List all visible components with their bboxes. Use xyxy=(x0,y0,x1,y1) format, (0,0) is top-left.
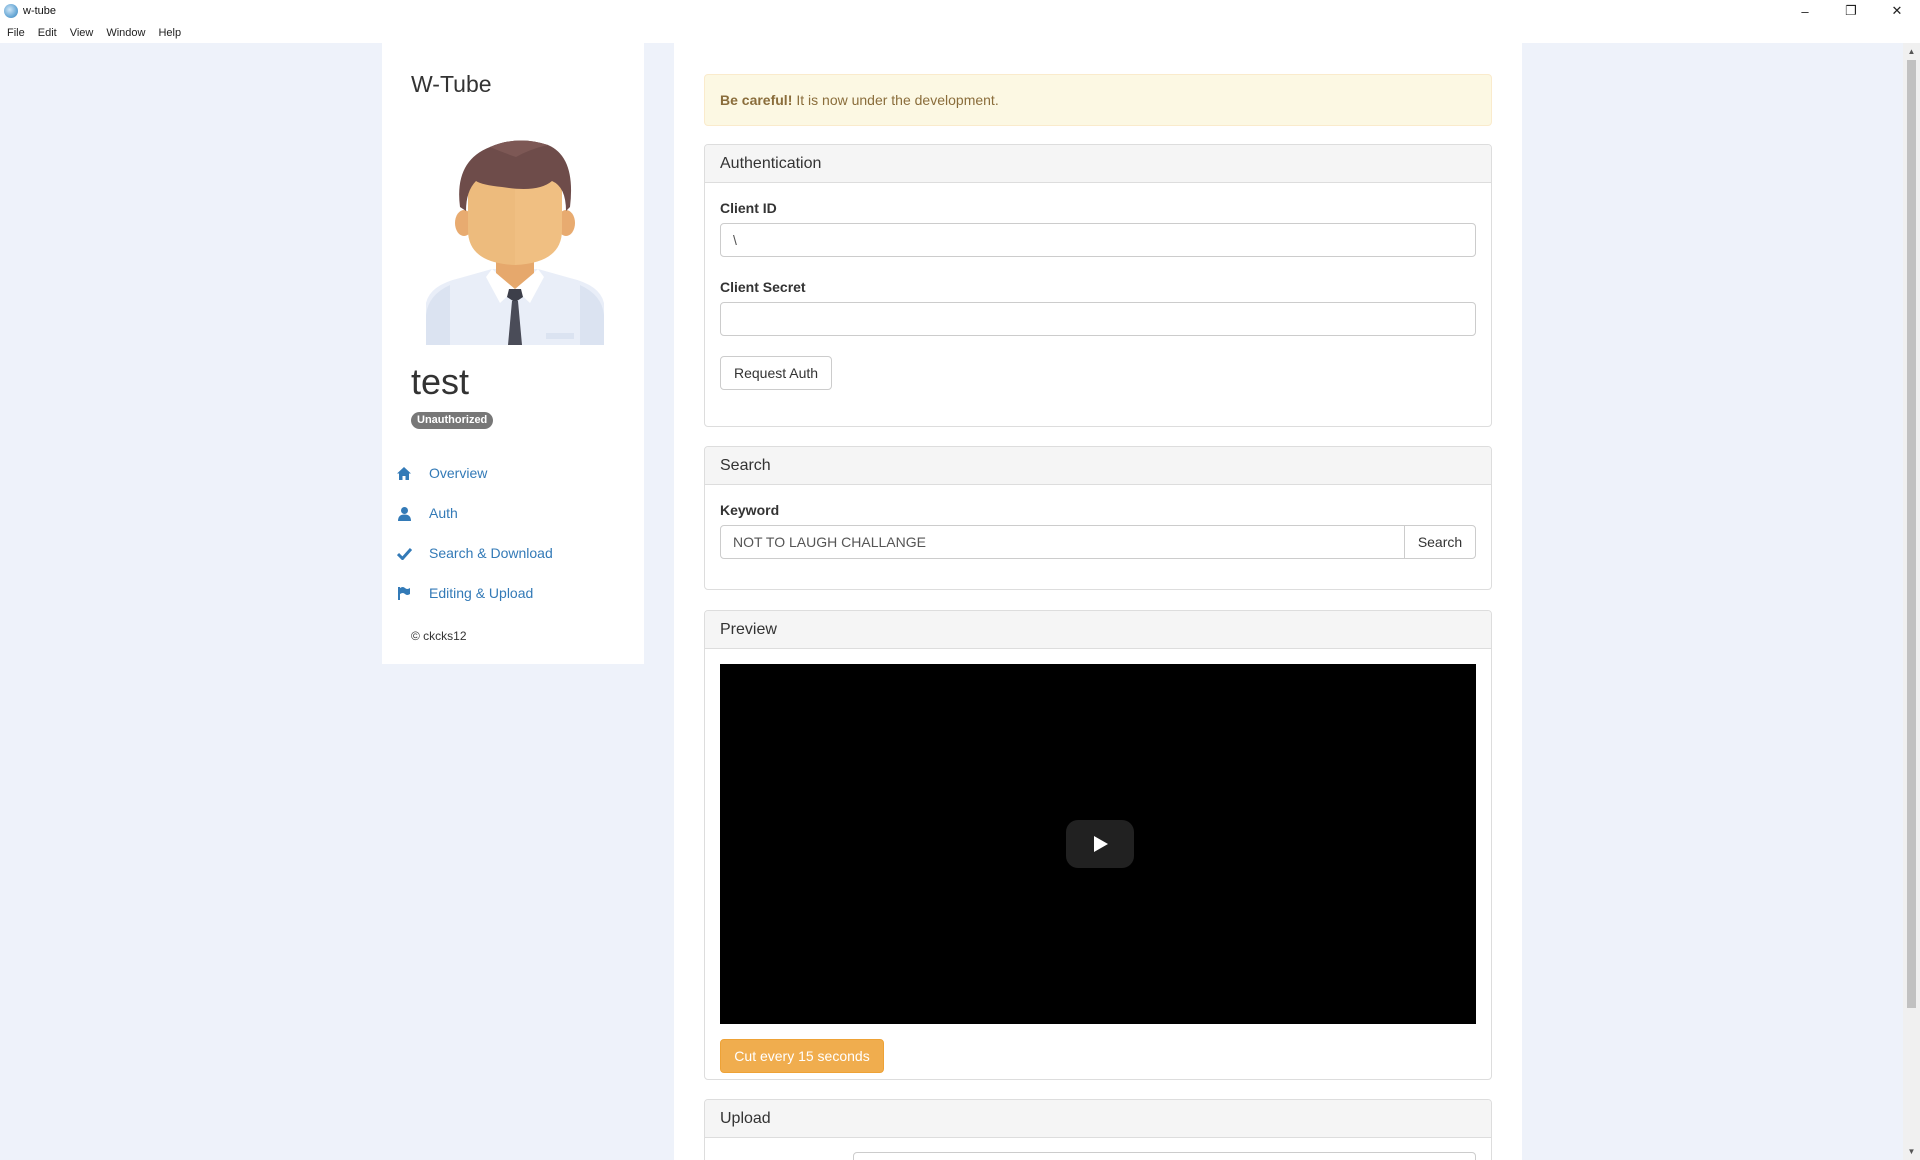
sidebar-item-overview[interactable]: Overview xyxy=(395,453,635,493)
app-globe-icon xyxy=(4,4,18,18)
upload-panel: Upload xyxy=(704,1099,1492,1160)
play-button[interactable] xyxy=(1066,820,1134,868)
brand-title: W-Tube xyxy=(411,71,492,97)
menu-view[interactable]: View xyxy=(69,25,95,41)
title-bar: w-tube – ❐ ✕ xyxy=(0,0,1920,22)
preview-panel: Preview Cut every 15 seconds xyxy=(704,610,1492,1080)
user-icon xyxy=(395,504,413,522)
auth-panel: Authentication Client ID Client Secret R… xyxy=(704,144,1492,427)
sidebar-item-label: Search & Download xyxy=(429,545,553,561)
request-auth-button[interactable]: Request Auth xyxy=(720,356,832,390)
sidebar-item-label: Auth xyxy=(429,505,458,521)
sidebar: W-Tube test Unauthorized Overview Auth S… xyxy=(382,43,644,664)
flag-icon xyxy=(395,584,413,602)
close-button[interactable]: ✕ xyxy=(1874,0,1920,22)
client-id-label: Client ID xyxy=(720,200,777,216)
client-secret-label: Client Secret xyxy=(720,279,806,295)
avatar xyxy=(426,140,604,345)
sidebar-item-search-download[interactable]: Search & Download xyxy=(395,533,635,573)
dev-warning-alert: Be careful! It is now under the developm… xyxy=(704,74,1492,126)
scroll-down-icon[interactable]: ▼ xyxy=(1903,1143,1920,1160)
keyword-label: Keyword xyxy=(720,502,780,518)
client-secret-input[interactable] xyxy=(720,302,1476,336)
restore-button[interactable]: ❐ xyxy=(1828,0,1874,22)
auth-panel-heading: Authentication xyxy=(705,145,1491,183)
search-panel-heading: Search xyxy=(705,447,1491,485)
preview-panel-heading: Preview xyxy=(705,611,1491,649)
video-player[interactable] xyxy=(720,664,1476,1024)
minimize-button[interactable]: – xyxy=(1782,0,1828,22)
window-controls: – ❐ ✕ xyxy=(1782,0,1920,22)
search-button[interactable]: Search xyxy=(1404,525,1476,559)
upload-panel-heading: Upload xyxy=(705,1100,1491,1138)
sidebar-item-editing-upload[interactable]: Editing & Upload xyxy=(395,573,635,613)
menu-help[interactable]: Help xyxy=(157,25,182,41)
menu-edit[interactable]: Edit xyxy=(37,25,58,41)
sidebar-item-auth[interactable]: Auth xyxy=(395,493,635,533)
play-icon xyxy=(1094,836,1108,852)
upload-input[interactable] xyxy=(853,1152,1476,1160)
menu-bar: File Edit View Window Help xyxy=(0,22,1920,43)
cut-button[interactable]: Cut every 15 seconds xyxy=(720,1039,884,1073)
status-badge: Unauthorized xyxy=(411,412,494,429)
sidebar-nav: Overview Auth Search & Download Editing … xyxy=(395,453,635,613)
keyword-input[interactable] xyxy=(720,525,1405,559)
scroll-up-icon[interactable]: ▲ xyxy=(1903,43,1920,60)
sidebar-item-label: Overview xyxy=(429,465,488,481)
alert-text: It is now under the development. xyxy=(796,92,999,108)
vertical-scrollbar[interactable]: ▲ ▼ xyxy=(1903,43,1920,1160)
check-icon xyxy=(395,544,413,562)
alert-strong: Be careful! xyxy=(720,92,793,108)
menu-file[interactable]: File xyxy=(6,25,26,41)
username: test xyxy=(411,361,470,402)
copyright-footer: © ckcks12 xyxy=(411,629,467,643)
window-title: w-tube xyxy=(23,5,57,17)
search-panel: Search Keyword Search xyxy=(704,446,1492,590)
home-icon xyxy=(395,464,413,482)
client-id-input[interactable] xyxy=(720,223,1476,257)
sidebar-item-label: Editing & Upload xyxy=(429,585,534,601)
menu-window[interactable]: Window xyxy=(105,25,146,41)
main-content: Be careful! It is now under the developm… xyxy=(674,43,1522,1160)
scroll-thumb[interactable] xyxy=(1907,60,1916,1008)
